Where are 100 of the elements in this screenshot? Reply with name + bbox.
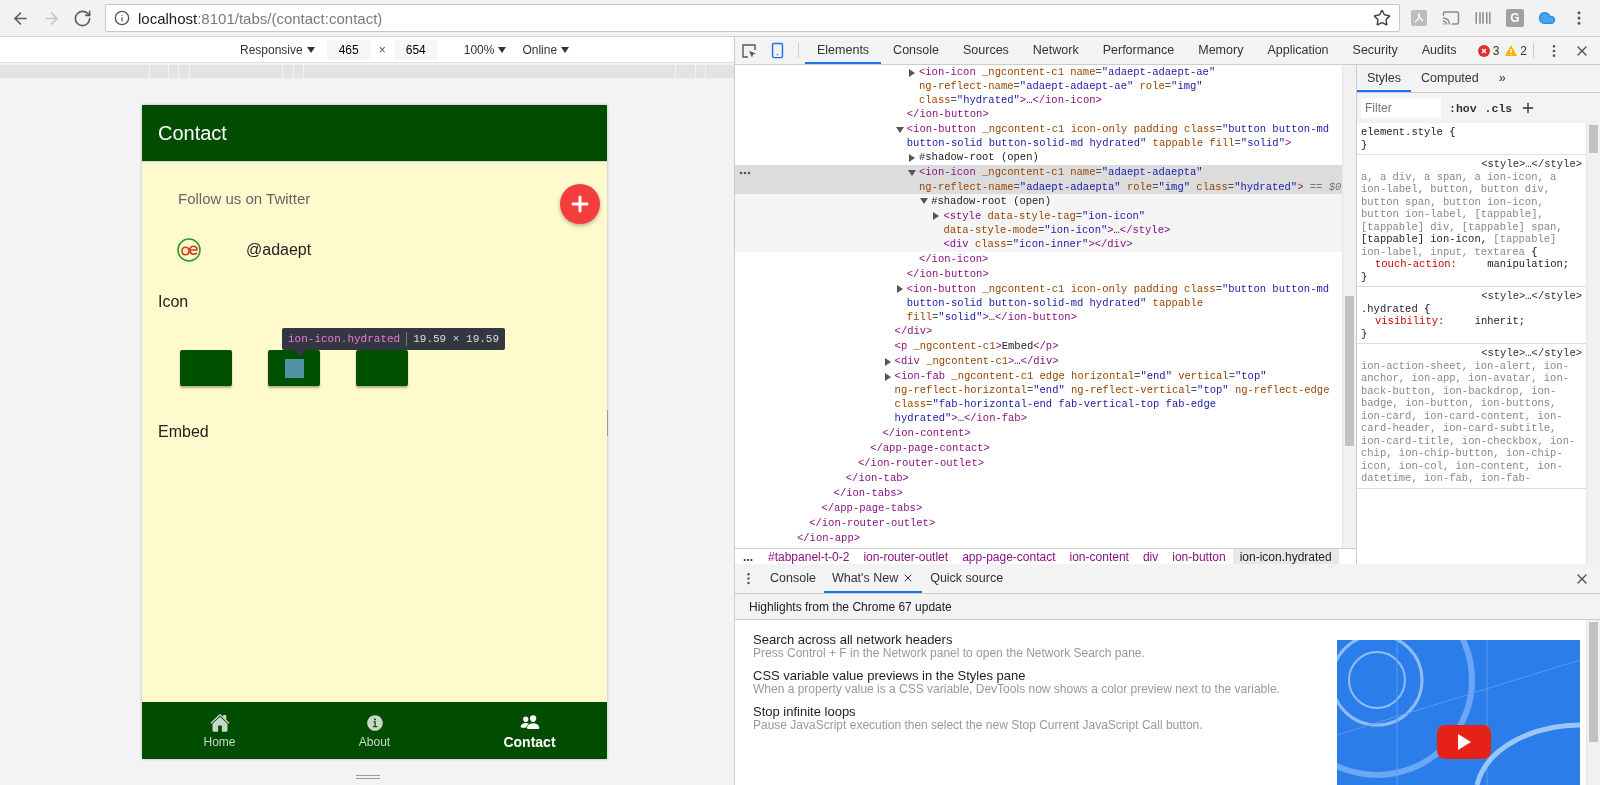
dom-close-tag: </ion-icon> [919, 251, 1342, 266]
zoom-dropdown[interactable]: 100% [459, 42, 511, 57]
bookmark-star-icon[interactable] [1373, 9, 1391, 27]
page-title: Contact [158, 121, 227, 145]
resize-handle[interactable] [604, 410, 608, 436]
rule-selector: a, a div, a span, a ion-icon, a ion-label, button, button div, button span, button ion-icon, button ion-label, [tappable], [tappable] div, [tappable] span, [tappable] ion-icon, [tappable] ion-label, input, textarea { [1361, 170, 1564, 258]
devtools-tab[interactable]: Application [1255, 37, 1341, 64]
dom-node-row[interactable]: #shadow-root (open) [735, 150, 1342, 166]
highlight-overlay [284, 358, 304, 378]
styles-tab[interactable]: Computed [1411, 65, 1489, 92]
collapsed-arrow-icon[interactable] [883, 372, 892, 381]
breadcrumb-item[interactable]: ion-content [1062, 548, 1136, 565]
expanded-arrow-icon[interactable] [908, 168, 916, 177]
reload-icon [73, 8, 92, 28]
devtools-tab[interactable]: Performance [1090, 37, 1187, 64]
devtools-tab[interactable]: Console [881, 37, 951, 64]
more-dots-icon[interactable] [739, 171, 751, 176]
error-count[interactable]: 3 [1492, 43, 1500, 58]
devtools-tab[interactable]: Memory [1186, 37, 1256, 64]
filter-field[interactable]: Filter [1361, 98, 1441, 118]
devtools-tab[interactable]: Audits [1409, 37, 1469, 64]
dom-node-text: <ion-button _ngcontent-c1 icon-only padding class="button button-md button-solid button-solid-md hydrated" tappable fill="solid">…</ion-button> [906, 281, 1331, 325]
tab-button[interactable]: Home [142, 702, 297, 759]
expanded-arrow-icon[interactable] [895, 125, 904, 134]
dom-node-row[interactable]: <ion-icon _ngcontent-c1 name="adaept-adaepta" ng-reflect-name="adaept-adaepta" role="img" class="hydrated"> == $0 [735, 165, 1342, 194]
device-dropdown[interactable]: Responsive [236, 42, 319, 57]
section-heading: Embed [158, 423, 209, 441]
feature-description: Press Control + F in the Network panel to open the Network Search pane. [753, 647, 1146, 660]
scrollbar[interactable] [1586, 123, 1600, 564]
breadcrumb-item[interactable]: div [1135, 548, 1166, 565]
network-dropdown[interactable]: Online [518, 42, 574, 57]
tooltip-pointer [294, 350, 306, 356]
inspect-tooltip: ion-icon.hydrated 19.59 × 19.59 [282, 328, 506, 350]
source-link[interactable]: <style>…</style> [1481, 158, 1582, 171]
expanded-arrow-icon[interactable] [920, 197, 929, 206]
breadcrumb-item[interactable]: ion-button [1165, 548, 1233, 565]
dom-node-row[interactable]: <p _ngcontent-c1>Embed</p> [735, 339, 1342, 355]
collapsed-arrow-icon[interactable] [883, 357, 892, 366]
warning-count[interactable]: 2 [1520, 43, 1527, 58]
dom-node-text: <div class="icon-inner"></div> [943, 236, 1134, 251]
cls-toggle[interactable]: .cls [1484, 101, 1513, 115]
info-icon [364, 712, 385, 733]
style-property[interactable]: touch-action: manipulation; [1361, 258, 1582, 271]
source-link[interactable]: <style>…</style> [1481, 347, 1582, 360]
devtools-tab[interactable]: Security [1340, 37, 1410, 64]
section-heading: Icon [158, 293, 189, 311]
dom-close-tag: </ion-button> [906, 266, 1342, 281]
dom-node-row[interactable]: <ion-icon _ngcontent-c1 name="adaept-adaept-ae" ng-reflect-name="adaept-adaept-ae" role="img" class="hydrated">…</ion-icon> [735, 65, 1342, 108]
breadcrumb-overflow[interactable]: ... [735, 549, 761, 564]
breadcrumb-item[interactable]: app-page-contact [955, 548, 1063, 565]
icon-button[interactable] [268, 350, 320, 386]
url-text: localhost:8101/tabs/(contact:contact) [138, 9, 384, 27]
info-icon[interactable] [114, 10, 130, 26]
style-property[interactable]: visibility: inherit; [1361, 315, 1582, 328]
feature-title: CSS variable value previews in the Styles pane [753, 668, 1027, 683]
tab-button[interactable]: Contact [452, 702, 607, 759]
dom-node-text: <ion-fab _ngcontent-c1 edge horizontal="end" vertical="top" ng-reflect-horizontal="end" ng-reflect-vertical="top" ng-reflect-edge class="fab-horizontal-end fab-vertical-top fab-edge hydrated">…</ion-fab> [894, 369, 1331, 426]
hov-toggle[interactable]: :hov [1449, 101, 1477, 115]
whats-new-heading: Highlights from the Chrome 67 update [735, 594, 1600, 620]
dom-node-text: <p _ngcontent-c1>Embed</p> [894, 339, 1060, 354]
collapsed-arrow-icon[interactable] [908, 68, 916, 77]
drawer-tab[interactable]: Console [762, 564, 824, 593]
dom-close-tag: </ion-button> [906, 107, 1342, 122]
drawer-tab[interactable]: Quick source [922, 564, 1012, 593]
collapsed-arrow-icon[interactable] [908, 153, 916, 162]
collapsed-arrow-icon[interactable] [895, 285, 904, 294]
feature-description: When a property value is a CSS variable, DevTools now shows a color preview next to the variable. [753, 683, 1281, 696]
devtools-tab[interactable]: Sources [951, 37, 1021, 64]
width-field[interactable]: 465 [326, 39, 371, 60]
dom-node-text: #shadow-root (open) [919, 150, 1040, 165]
dom-node-row[interactable]: <div class="icon-inner"></div> [735, 236, 1342, 252]
error-icon[interactable] [1477, 44, 1490, 57]
dom-node-row[interactable]: <ion-button _ngcontent-c1 icon-only padding class="button button-md button-solid button-solid-md hydrated" tappable fill="solid"> [735, 122, 1342, 151]
source-link[interactable]: <style>…</style> [1481, 290, 1582, 303]
home-icon [209, 712, 230, 733]
dom-node-row[interactable]: <div _ngcontent-c1>…</div> [735, 354, 1342, 370]
twitter-handle[interactable]: @adaept [246, 241, 312, 259]
scrollbar[interactable] [1342, 65, 1356, 548]
dom-node-row[interactable]: <ion-button _ngcontent-c1 icon-only padding class="button button-md button-solid button-solid-md hydrated" tappable fill="solid">…</ion-button> [735, 281, 1342, 325]
dom-node-row[interactable]: <style data-style-tag="ion-icon" data-style-mode="ion-icon">…</style> [735, 208, 1342, 237]
scrollbar[interactable] [1586, 620, 1600, 785]
breadcrumb-item[interactable]: ion-router-outlet [856, 548, 956, 565]
breadcrumb-item[interactable]: ion-icon.hydrated [1232, 548, 1339, 565]
tab-button[interactable]: About [297, 702, 452, 759]
devtools-tab[interactable]: Elements [805, 37, 882, 64]
dom-close-tag: </app-page-contact> [870, 440, 1342, 455]
dom-close-tag: </ion-router-outlet> [809, 515, 1342, 530]
more-tabs-button[interactable]: » [1488, 65, 1516, 92]
rule-selector: .hydrated { [1361, 302, 1432, 315]
address-bar[interactable]: localhost:8101/tabs/(contact:contact) [105, 4, 1400, 32]
height-field[interactable]: 654 [393, 39, 438, 60]
closing-brace: } [1361, 327, 1369, 340]
resize-handle[interactable] [356, 775, 380, 779]
collapsed-arrow-icon[interactable] [932, 212, 941, 221]
dom-close-tag: </ion-content> [882, 425, 1342, 440]
devtools-tab[interactable]: Network [1020, 37, 1091, 64]
add-fab-button[interactable] [560, 184, 600, 224]
dom-node-text: <ion-icon _ngcontent-c1 name="adaept-adaepta" ng-reflect-name="adaept-adaepta" role="img" class="hydrated"> == $0 [919, 165, 1342, 194]
dom-node-row[interactable]: #shadow-root (open) [735, 193, 1342, 209]
breadcrumb-item[interactable]: #tabpanel-t-0-2 [761, 548, 857, 565]
